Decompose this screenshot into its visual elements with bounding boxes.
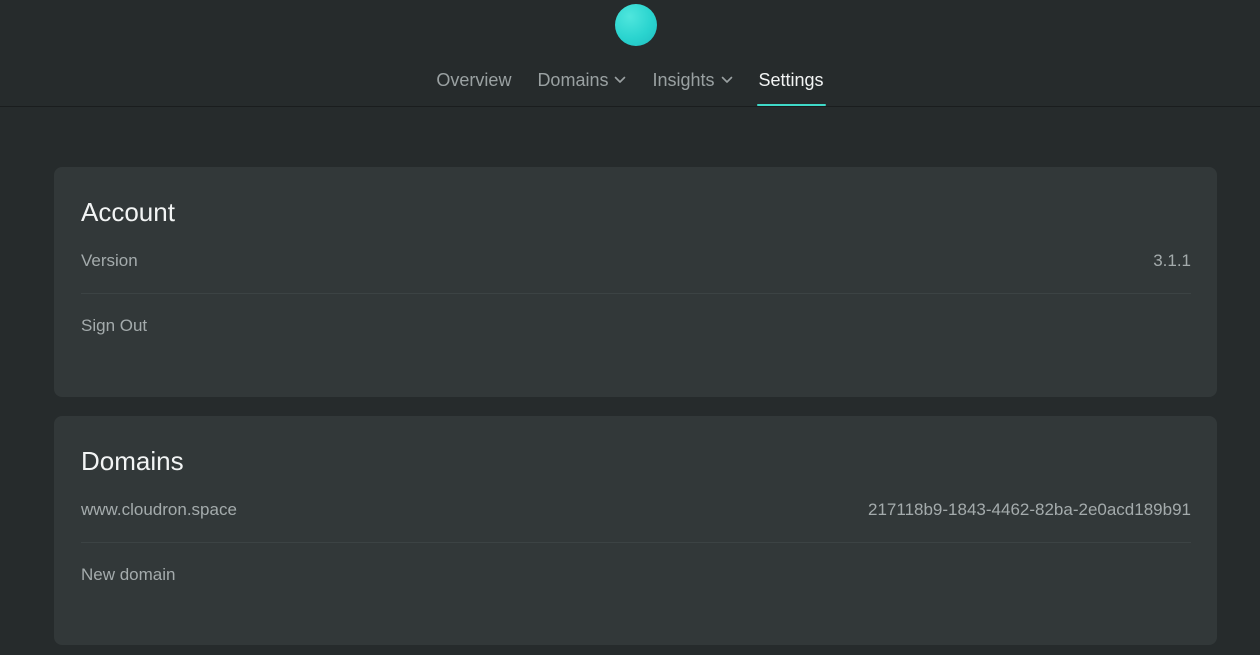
domains-title: Domains — [81, 446, 184, 476]
account-card: Account Version 3.1.1 Sign Out — [54, 167, 1217, 397]
nav-item-domains[interactable]: Domains — [535, 60, 628, 106]
version-value: 3.1.1 — [1153, 251, 1191, 270]
nav-item-overview[interactable]: Overview — [434, 60, 513, 106]
sign-out-label: Sign Out — [81, 316, 148, 335]
main-nav: Overview Domains Insights Settings — [0, 60, 1260, 106]
top-bar: Overview Domains Insights Settings — [0, 0, 1260, 107]
version-row: Version 3.1.1 — [81, 229, 1191, 293]
nav-item-label: Domains — [537, 70, 609, 90]
app-logo[interactable] — [615, 4, 657, 46]
sign-out-button[interactable]: Sign Out — [81, 293, 1191, 358]
nav-item-label: Settings — [758, 70, 824, 90]
new-domain-button[interactable]: New domain — [81, 542, 1191, 607]
chevron-down-icon — [721, 60, 733, 100]
nav-item-insights[interactable]: Insights — [650, 60, 734, 106]
version-label: Version — [81, 251, 138, 270]
domains-card: Domains www.cloudron.space 217118b9-1843… — [54, 416, 1217, 645]
chevron-down-icon — [614, 60, 626, 100]
domain-name: www.cloudron.space — [81, 500, 237, 519]
nav-item-label: Insights — [652, 70, 715, 90]
nav-item-settings[interactable]: Settings — [756, 60, 826, 106]
account-title: Account — [81, 197, 175, 227]
domain-id: 217118b9-1843-4462-82ba-2e0acd189b91 — [868, 500, 1191, 519]
new-domain-label: New domain — [81, 565, 176, 584]
domain-row[interactable]: www.cloudron.space 217118b9-1843-4462-82… — [81, 478, 1191, 542]
nav-item-label: Overview — [436, 70, 512, 90]
